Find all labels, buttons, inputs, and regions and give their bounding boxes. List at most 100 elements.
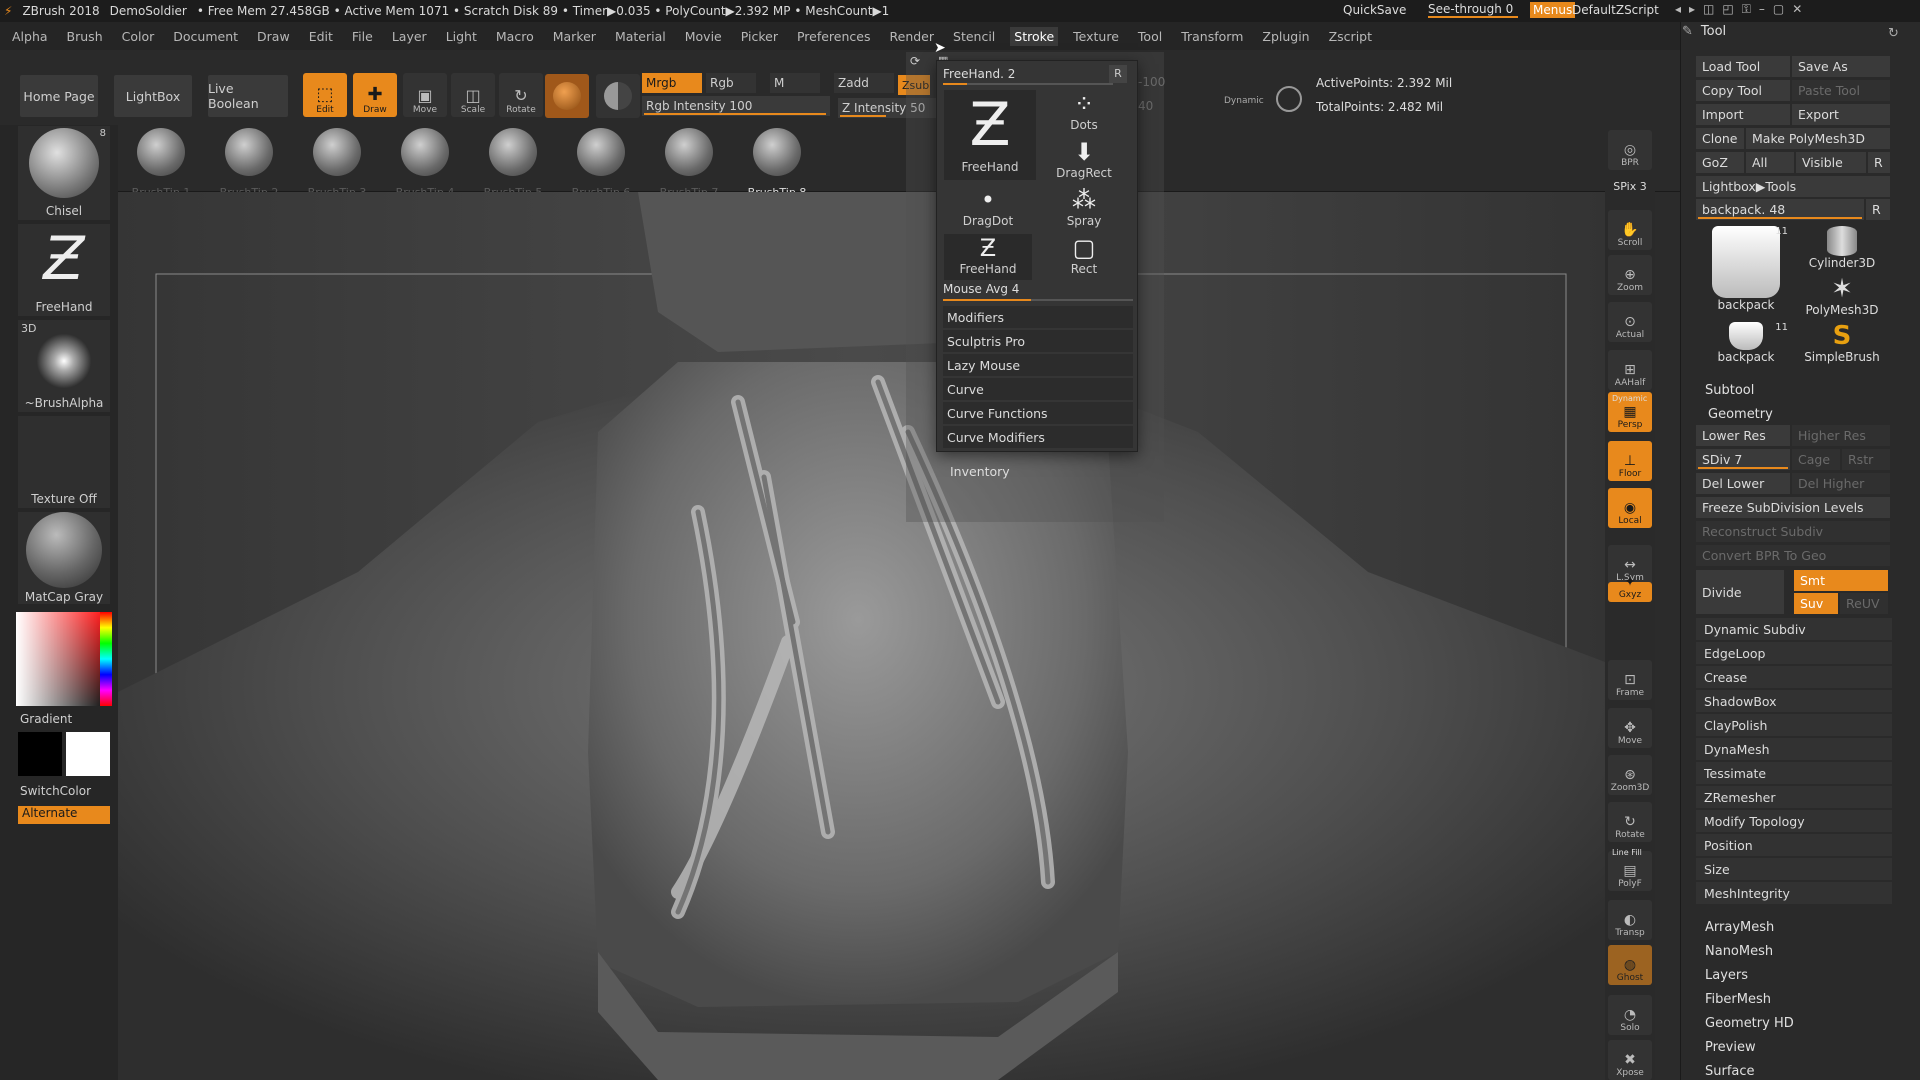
menu-marker[interactable]: Marker (553, 29, 596, 44)
tool-pin-icon[interactable]: ✎ (1682, 24, 1693, 39)
save-as-button[interactable]: Save As (1792, 56, 1890, 77)
stroke-tile-rect[interactable]: ▢ Rect (1046, 234, 1122, 280)
local-button[interactable]: ◉ Local (1608, 488, 1652, 528)
geometry-claypolish[interactable]: ClayPolish (1696, 714, 1892, 736)
section-geometry-hd[interactable]: Geometry HD (1705, 1016, 1794, 1031)
actual-button[interactable]: ⊙ Actual (1608, 302, 1652, 342)
refresh-icon[interactable]: ↻ (1888, 26, 1899, 41)
texture-selector[interactable]: Texture Off (18, 416, 110, 508)
geometry-section[interactable]: Geometry (1708, 407, 1773, 422)
geometry-tessimate[interactable]: Tessimate (1696, 762, 1892, 784)
menu-transform[interactable]: Transform (1181, 29, 1243, 44)
suv-toggle[interactable]: Suv (1794, 593, 1838, 614)
stroke-item-curve-modifiers[interactable]: Curve Modifiers (943, 426, 1133, 448)
stroke-selector[interactable]: Ƶ FreeHand (18, 224, 110, 316)
quicksave-button[interactable]: QuickSave (1343, 3, 1406, 17)
spix-3-button[interactable]: SPix 3 (1608, 177, 1652, 195)
menu-layer[interactable]: Layer (392, 29, 427, 44)
brush-tip-6[interactable]: BrushTip 6 (566, 128, 636, 199)
lower-res-button[interactable]: Lower Res (1696, 425, 1790, 446)
gxyz-button[interactable]: ✦ Gxyz (1608, 574, 1652, 602)
geometry-dynamic-subdiv[interactable]: Dynamic Subdiv (1696, 618, 1892, 640)
section-surface[interactable]: Surface (1705, 1064, 1755, 1079)
inventory-item[interactable]: Inventory (950, 464, 1010, 479)
geometry-crease[interactable]: Crease (1696, 666, 1892, 688)
menu-texture[interactable]: Texture (1073, 29, 1119, 44)
lightbox-tools-button[interactable]: Lightbox▶Tools (1696, 176, 1890, 197)
copy-tool-button[interactable]: Copy Tool (1696, 80, 1790, 101)
material-selector[interactable]: MatCap Gray (18, 512, 110, 604)
brush-selector[interactable]: 8 Chisel (18, 126, 110, 220)
stroke-r-button[interactable]: R (1109, 65, 1127, 83)
canvas-viewport[interactable] (118, 192, 1605, 1080)
stroke-item-modifiers[interactable]: Modifiers (943, 306, 1133, 328)
stroke-tile-dragdot[interactable]: • DragDot (944, 186, 1032, 232)
menu-alpha[interactable]: Alpha (12, 29, 48, 44)
mouse-avg-slider[interactable]: Mouse Avg 4 (943, 282, 1133, 301)
scroll-button[interactable]: ✋ Scroll (1608, 210, 1652, 250)
rotate-button[interactable]: ↻ Rotate (499, 73, 543, 117)
polyf-button[interactable]: ▤ PolyF (1608, 851, 1652, 891)
home-page-button[interactable]: Home Page (20, 75, 98, 117)
aahalf-button[interactable]: ⊞ AAHalf (1608, 350, 1652, 390)
menu-tool[interactable]: Tool (1138, 29, 1162, 44)
menu-picker[interactable]: Picker (741, 29, 778, 44)
color-picker-square[interactable] (16, 612, 112, 706)
brush-tip-4[interactable]: BrushTip 4 (390, 128, 460, 199)
popup-refresh-icon[interactable]: ⟳ (910, 54, 920, 68)
transp-button[interactable]: ◐ Transp (1608, 900, 1652, 940)
hue-slider[interactable] (100, 612, 112, 706)
reuv-toggle[interactable]: ReUV (1840, 593, 1888, 614)
goz-visible-button[interactable]: Visible (1796, 152, 1866, 173)
menu-preferences[interactable]: Preferences (797, 29, 871, 44)
default-zscript-button[interactable]: DefaultZScript (1572, 3, 1659, 17)
geometry-zremesher[interactable]: ZRemesher (1696, 786, 1892, 808)
window-controls[interactable]: ◂▸◫◰⚿–▢✕ (1675, 2, 1810, 17)
material-swatch[interactable] (545, 74, 589, 118)
menu-material[interactable]: Material (615, 29, 666, 44)
brush-tip-1[interactable]: BrushTip 1 (126, 128, 196, 199)
see-through-slider[interactable]: See-through 0 (1428, 2, 1518, 18)
brush-tip-5[interactable]: BrushTip 5 (478, 128, 548, 199)
tool-thumb-simplebrush[interactable]: S SimpleBrush (1796, 322, 1888, 368)
reconstruct-subdiv-button[interactable]: Reconstruct Subdiv (1696, 521, 1890, 542)
zadd-toggle[interactable]: Zadd (834, 73, 894, 93)
live-boolean-button[interactable]: Live Boolean (208, 75, 288, 117)
stroke-tile-dots[interactable]: ⁘ Dots (1046, 90, 1122, 136)
section-nanomesh[interactable]: NanoMesh (1705, 944, 1773, 959)
del-lower-button[interactable]: Del Lower (1696, 473, 1790, 494)
menu-stencil[interactable]: Stencil (953, 29, 995, 44)
clone-button[interactable]: Clone (1696, 128, 1744, 149)
menu-movie[interactable]: Movie (685, 29, 722, 44)
brush-tip-2[interactable]: BrushTip 2 (214, 128, 284, 199)
geometry-meshintegrity[interactable]: MeshIntegrity (1696, 882, 1892, 904)
geometry-modify-topology[interactable]: Modify Topology (1696, 810, 1892, 832)
tool-r-button[interactable]: R (1866, 199, 1890, 220)
menu-edit[interactable]: Edit (309, 29, 333, 44)
menu-zplugin[interactable]: Zplugin (1262, 29, 1309, 44)
primary-color-swatch[interactable] (18, 732, 62, 776)
import-button[interactable]: Import (1696, 104, 1790, 125)
menu-draw[interactable]: Draw (257, 29, 290, 44)
goz-button[interactable]: GoZ (1696, 152, 1744, 173)
menu-macro[interactable]: Macro (496, 29, 534, 44)
menu-document[interactable]: Document (173, 29, 238, 44)
tool-thumb-polymesh3d[interactable]: ✶ PolyMesh3D (1796, 275, 1888, 321)
section-fibermesh[interactable]: FiberMesh (1705, 992, 1771, 1007)
goz-r-button[interactable]: R (1868, 152, 1890, 173)
menu-zscript[interactable]: Zscript (1329, 29, 1372, 44)
stroke-item-lazy-mouse[interactable]: Lazy Mouse (943, 354, 1133, 376)
load-tool-button[interactable]: Load Tool (1696, 56, 1790, 77)
tool-thumb-backpack[interactable]: backpack 11 (1700, 226, 1792, 320)
export-button[interactable]: Export (1792, 104, 1890, 125)
paste-tool-button[interactable]: Paste Tool (1792, 80, 1890, 101)
secondary-color-swatch[interactable] (66, 732, 110, 776)
zoom-button[interactable]: ⊕ Zoom (1608, 255, 1652, 295)
scale-button[interactable]: ◫ Scale (451, 73, 495, 117)
menu-render[interactable]: Render (890, 29, 935, 44)
menu-color[interactable]: Color (122, 29, 155, 44)
section-preview[interactable]: Preview (1705, 1040, 1756, 1055)
zoom3d-button[interactable]: ⊛ Zoom3D (1608, 755, 1652, 795)
brush-tip-7[interactable]: BrushTip 7 (654, 128, 724, 199)
current-tool-slider[interactable]: backpack. 48 (1696, 199, 1864, 220)
